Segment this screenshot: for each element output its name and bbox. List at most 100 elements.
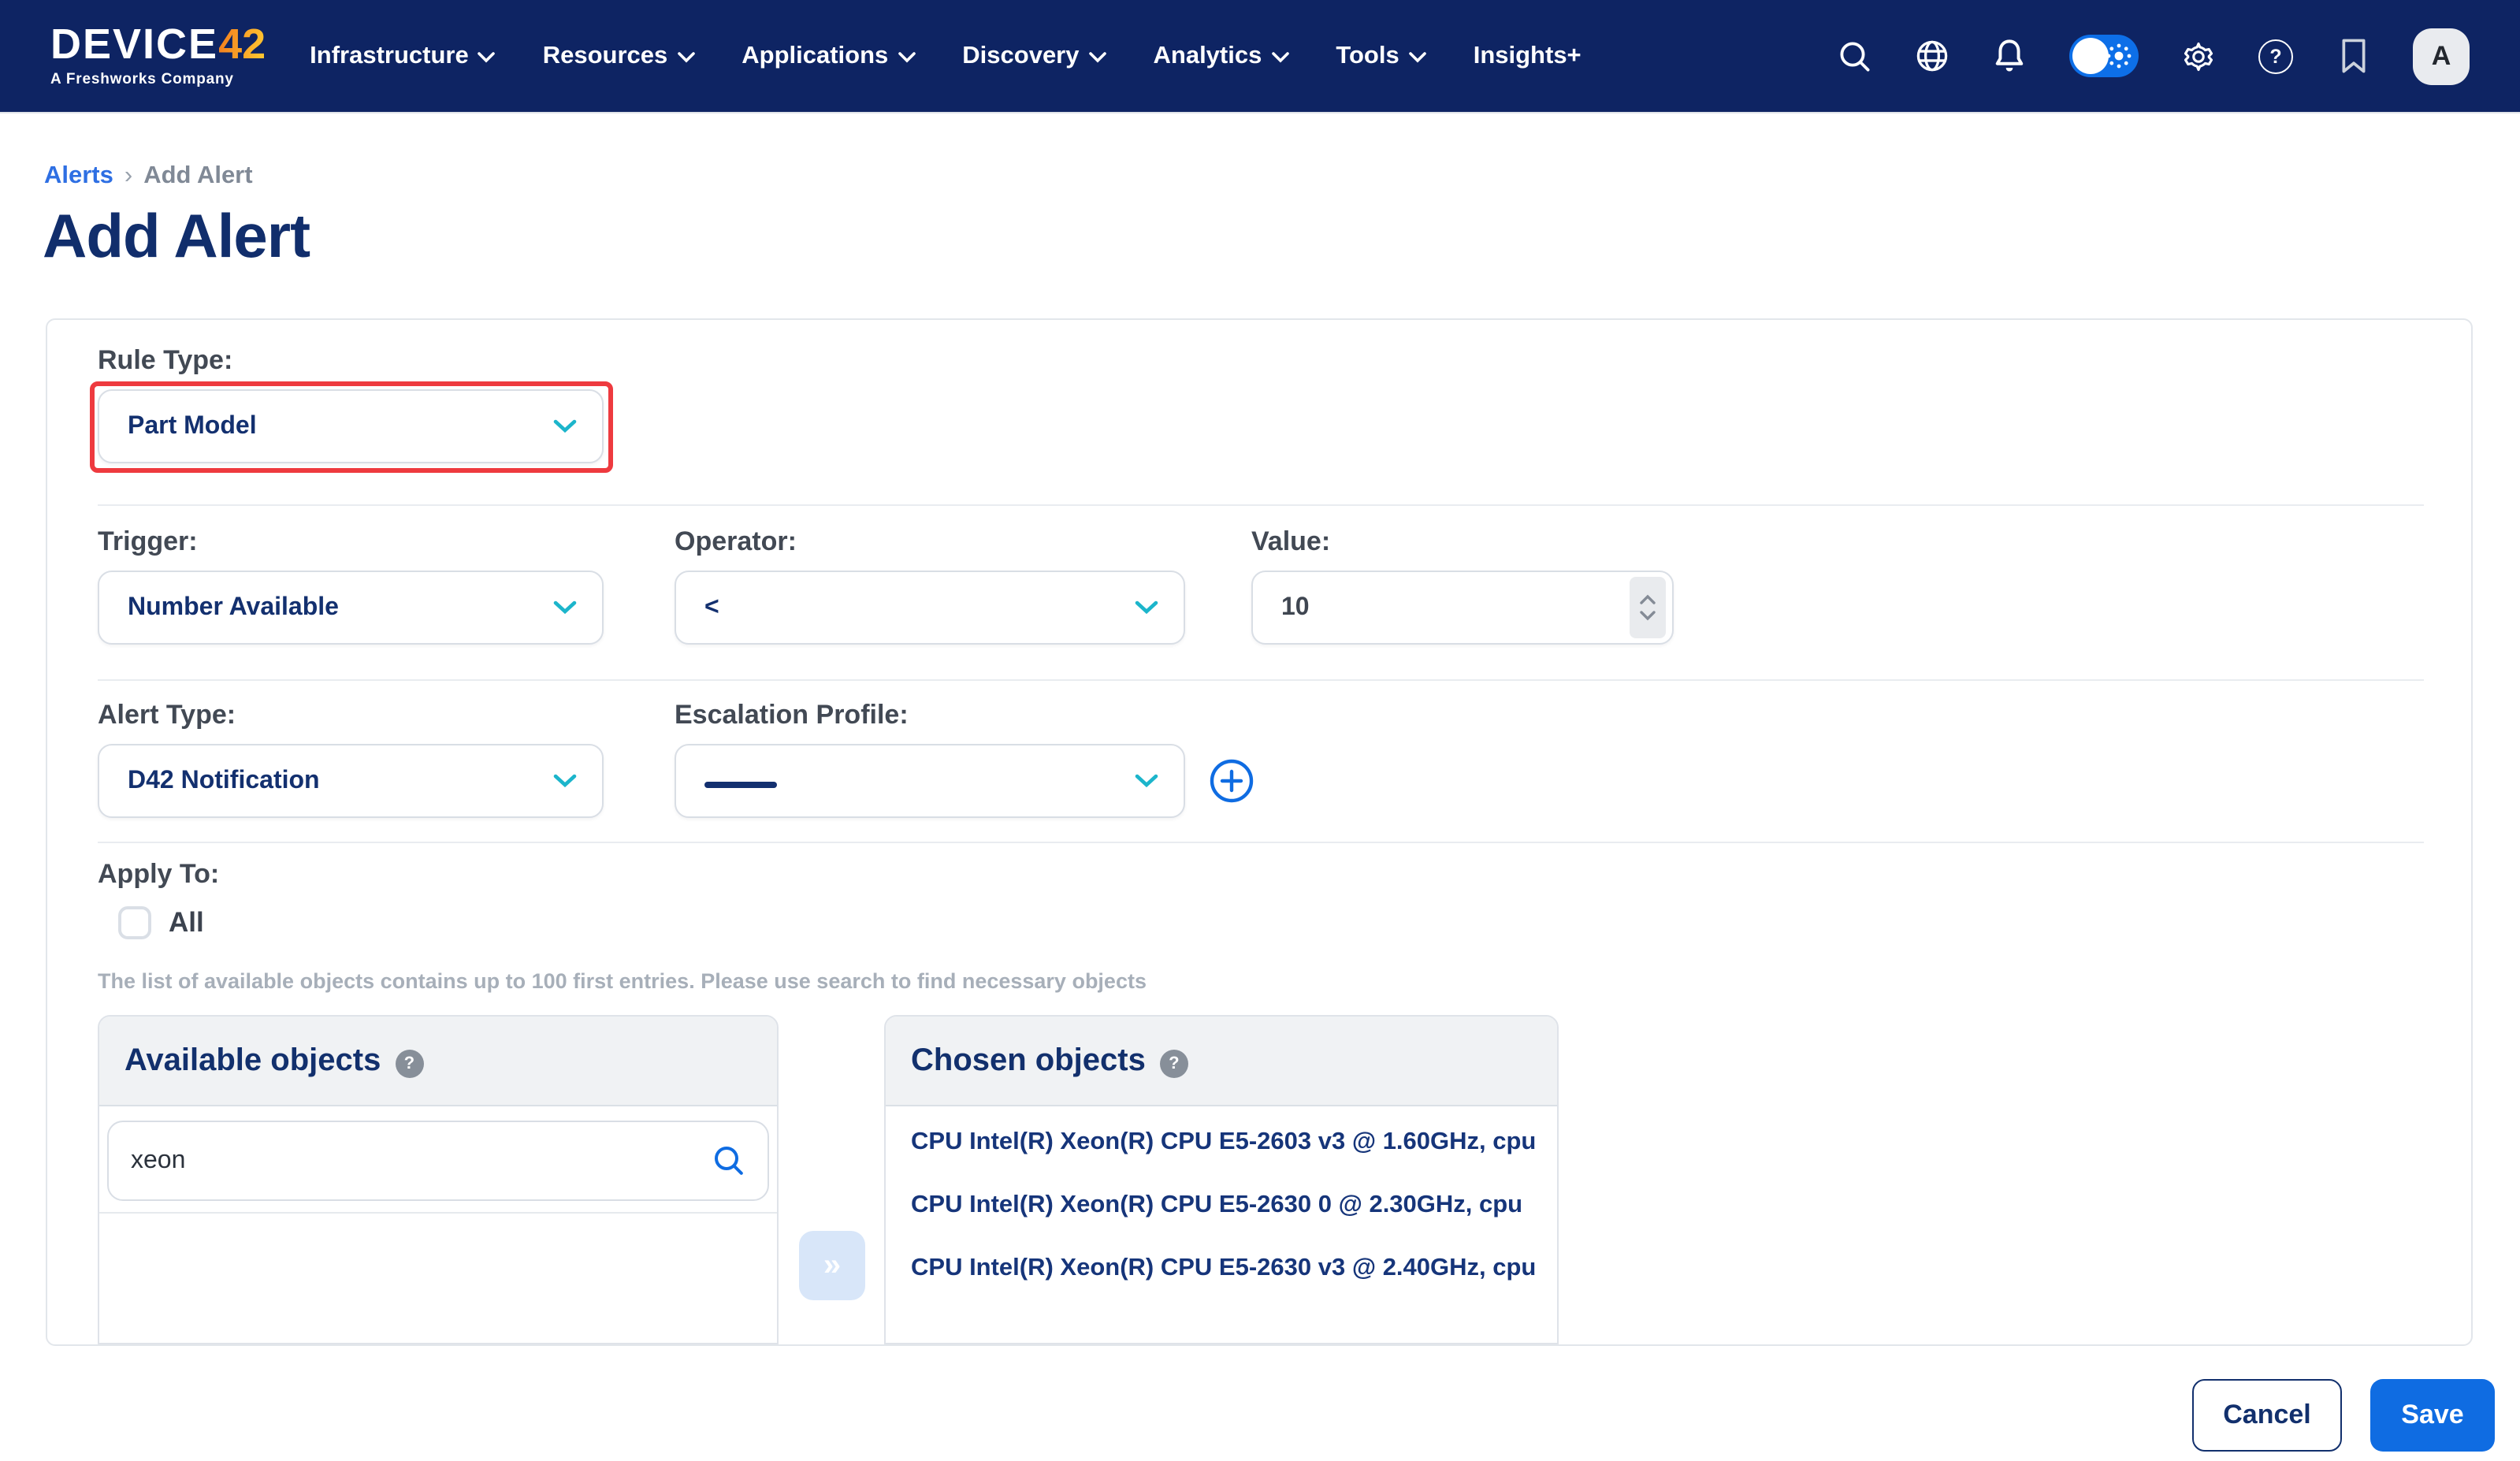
trigger-select[interactable]: Number Available — [98, 571, 604, 645]
logo-number-text: 42 — [218, 24, 266, 66]
menu-label: Resources — [543, 42, 668, 70]
page-title: Add Alert — [43, 203, 310, 273]
chevron-down-icon — [677, 52, 694, 63]
device42-add-alert-page: DEVICE42 A Freshworks Company Infrastruc… — [0, 0, 2520, 1461]
breadcrumb-alerts-link[interactable]: Alerts — [44, 162, 113, 191]
menu-analytics[interactable]: Analytics — [1154, 42, 1289, 70]
chevron-down-icon — [1271, 52, 1288, 63]
apply-to-all-checkbox[interactable] — [118, 906, 151, 939]
bookmark-icon[interactable] — [2336, 39, 2370, 73]
value-input[interactable] — [1253, 593, 1630, 622]
rule-type-label: Rule Type: — [98, 345, 232, 377]
chosen-objects-help-icon[interactable]: ? — [1160, 1049, 1188, 1077]
divider — [98, 504, 2424, 506]
menu-applications[interactable]: Applications — [742, 42, 915, 70]
main-menu: Infrastructure Resources Applications Di… — [310, 42, 1582, 70]
cancel-button[interactable]: Cancel — [2192, 1379, 2342, 1452]
available-objects-header: Available objects ? — [99, 1017, 777, 1106]
chosen-objects-list: CPU Intel(R) Xeon(R) CPU E5-2603 v3 @ 1.… — [886, 1106, 1557, 1300]
add-escalation-profile-button[interactable] — [1209, 758, 1254, 804]
globe-icon[interactable] — [1915, 39, 1949, 73]
breadcrumb: Alerts › Add Alert — [44, 162, 253, 191]
menu-label: Discovery — [962, 42, 1079, 70]
navbar-actions: ? A — [1838, 28, 2470, 84]
chevron-down-icon — [553, 419, 577, 433]
stepper-up-icon — [1639, 594, 1656, 605]
chosen-object-item[interactable]: CPU Intel(R) Xeon(R) CPU E5-2603 v3 @ 1.… — [886, 1111, 1557, 1174]
search-icon[interactable] — [1838, 39, 1872, 73]
toggle-knob — [2072, 38, 2109, 74]
logo-brand-text: DEVICE — [50, 24, 218, 66]
chevron-down-icon — [898, 52, 915, 63]
breadcrumb-separator: › — [125, 162, 132, 191]
chevron-down-icon — [553, 774, 577, 788]
value-label: Value: — [1251, 526, 1330, 558]
device42-logo[interactable]: DEVICE42 A Freshworks Company — [50, 24, 266, 88]
logo-tagline: A Freshworks Company — [50, 71, 266, 88]
available-objects-search-row — [99, 1106, 777, 1214]
chosen-objects-panel: Chosen objects ? CPU Intel(R) Xeon(R) CP… — [884, 1015, 1559, 1344]
chevron-down-icon — [1409, 52, 1426, 63]
chosen-object-item[interactable]: CPU Intel(R) Xeon(R) CPU E5-2630 0 @ 2.3… — [886, 1174, 1557, 1237]
alert-type-value: D42 Notification — [128, 767, 553, 795]
menu-label: Applications — [742, 42, 888, 70]
menu-label: Analytics — [1154, 42, 1262, 70]
chevron-down-icon — [1135, 600, 1158, 615]
chosen-objects-title: Chosen objects — [911, 1043, 1146, 1079]
operator-label: Operator: — [675, 526, 797, 558]
objects-hint-text: The list of available objects contains u… — [98, 969, 1147, 993]
trigger-value: Number Available — [128, 593, 553, 622]
apply-to-all-label: All — [169, 906, 204, 939]
chevron-down-icon — [1135, 774, 1158, 788]
search-submit-icon[interactable] — [703, 1144, 768, 1177]
sun-icon — [2106, 43, 2132, 69]
add-alert-form-card: Rule Type: Part Model Trigger: Operator:… — [46, 318, 2473, 1346]
divider — [98, 679, 2424, 681]
alert-type-label: Alert Type: — [98, 700, 236, 731]
chevron-down-icon — [1089, 52, 1106, 63]
operator-value: < — [704, 593, 1135, 622]
rule-type-select[interactable]: Part Model — [98, 389, 604, 463]
stepper-down-icon — [1639, 610, 1656, 621]
apply-to-label: Apply To: — [98, 859, 219, 890]
number-stepper[interactable] — [1630, 577, 1666, 638]
available-objects-help-icon[interactable]: ? — [395, 1049, 423, 1077]
menu-discovery[interactable]: Discovery — [962, 42, 1106, 70]
move-all-right-button[interactable]: » — [799, 1231, 865, 1300]
value-number-field — [1251, 571, 1674, 645]
available-objects-search-box — [107, 1121, 769, 1201]
chevron-down-icon — [553, 600, 577, 615]
menu-tools[interactable]: Tools — [1336, 42, 1425, 70]
escalation-profile-label: Escalation Profile: — [675, 700, 909, 731]
theme-toggle[interactable] — [2069, 35, 2139, 77]
available-objects-title: Available objects — [125, 1043, 381, 1079]
available-objects-panel: Available objects ? — [98, 1015, 779, 1344]
top-navbar: DEVICE42 A Freshworks Company Infrastruc… — [0, 0, 2520, 113]
user-avatar[interactable]: A — [2413, 28, 2470, 84]
available-objects-search-input[interactable] — [109, 1147, 703, 1175]
menu-label: Infrastructure — [310, 42, 469, 70]
escalation-profile-value — [704, 767, 1135, 795]
trigger-label: Trigger: — [98, 526, 198, 558]
plus-circle-icon — [1209, 758, 1254, 804]
menu-insights-plus[interactable]: Insights+ — [1474, 42, 1582, 70]
notifications-bell-icon[interactable] — [1992, 39, 2027, 73]
alert-type-select[interactable]: D42 Notification — [98, 744, 604, 818]
menu-infrastructure[interactable]: Infrastructure — [310, 42, 496, 70]
menu-resources[interactable]: Resources — [543, 42, 695, 70]
help-glyph: ? — [2269, 45, 2281, 67]
chosen-object-item[interactable]: CPU Intel(R) Xeon(R) CPU E5-2630 v3 @ 2.… — [886, 1237, 1557, 1300]
chevron-down-icon — [478, 52, 496, 63]
escalation-profile-select[interactable] — [675, 744, 1185, 818]
menu-label: Insights+ — [1474, 42, 1582, 70]
settings-gear-icon[interactable] — [2181, 39, 2216, 73]
empty-value-dash — [704, 782, 777, 787]
chosen-objects-header: Chosen objects ? — [886, 1017, 1557, 1106]
save-button[interactable]: Save — [2370, 1379, 2495, 1452]
rule-type-value: Part Model — [128, 412, 553, 441]
operator-select[interactable]: < — [675, 571, 1185, 645]
breadcrumb-current: Add Alert — [143, 162, 252, 191]
menu-label: Tools — [1336, 42, 1399, 70]
help-icon[interactable]: ? — [2258, 39, 2293, 73]
avatar-initial: A — [2432, 40, 2451, 72]
